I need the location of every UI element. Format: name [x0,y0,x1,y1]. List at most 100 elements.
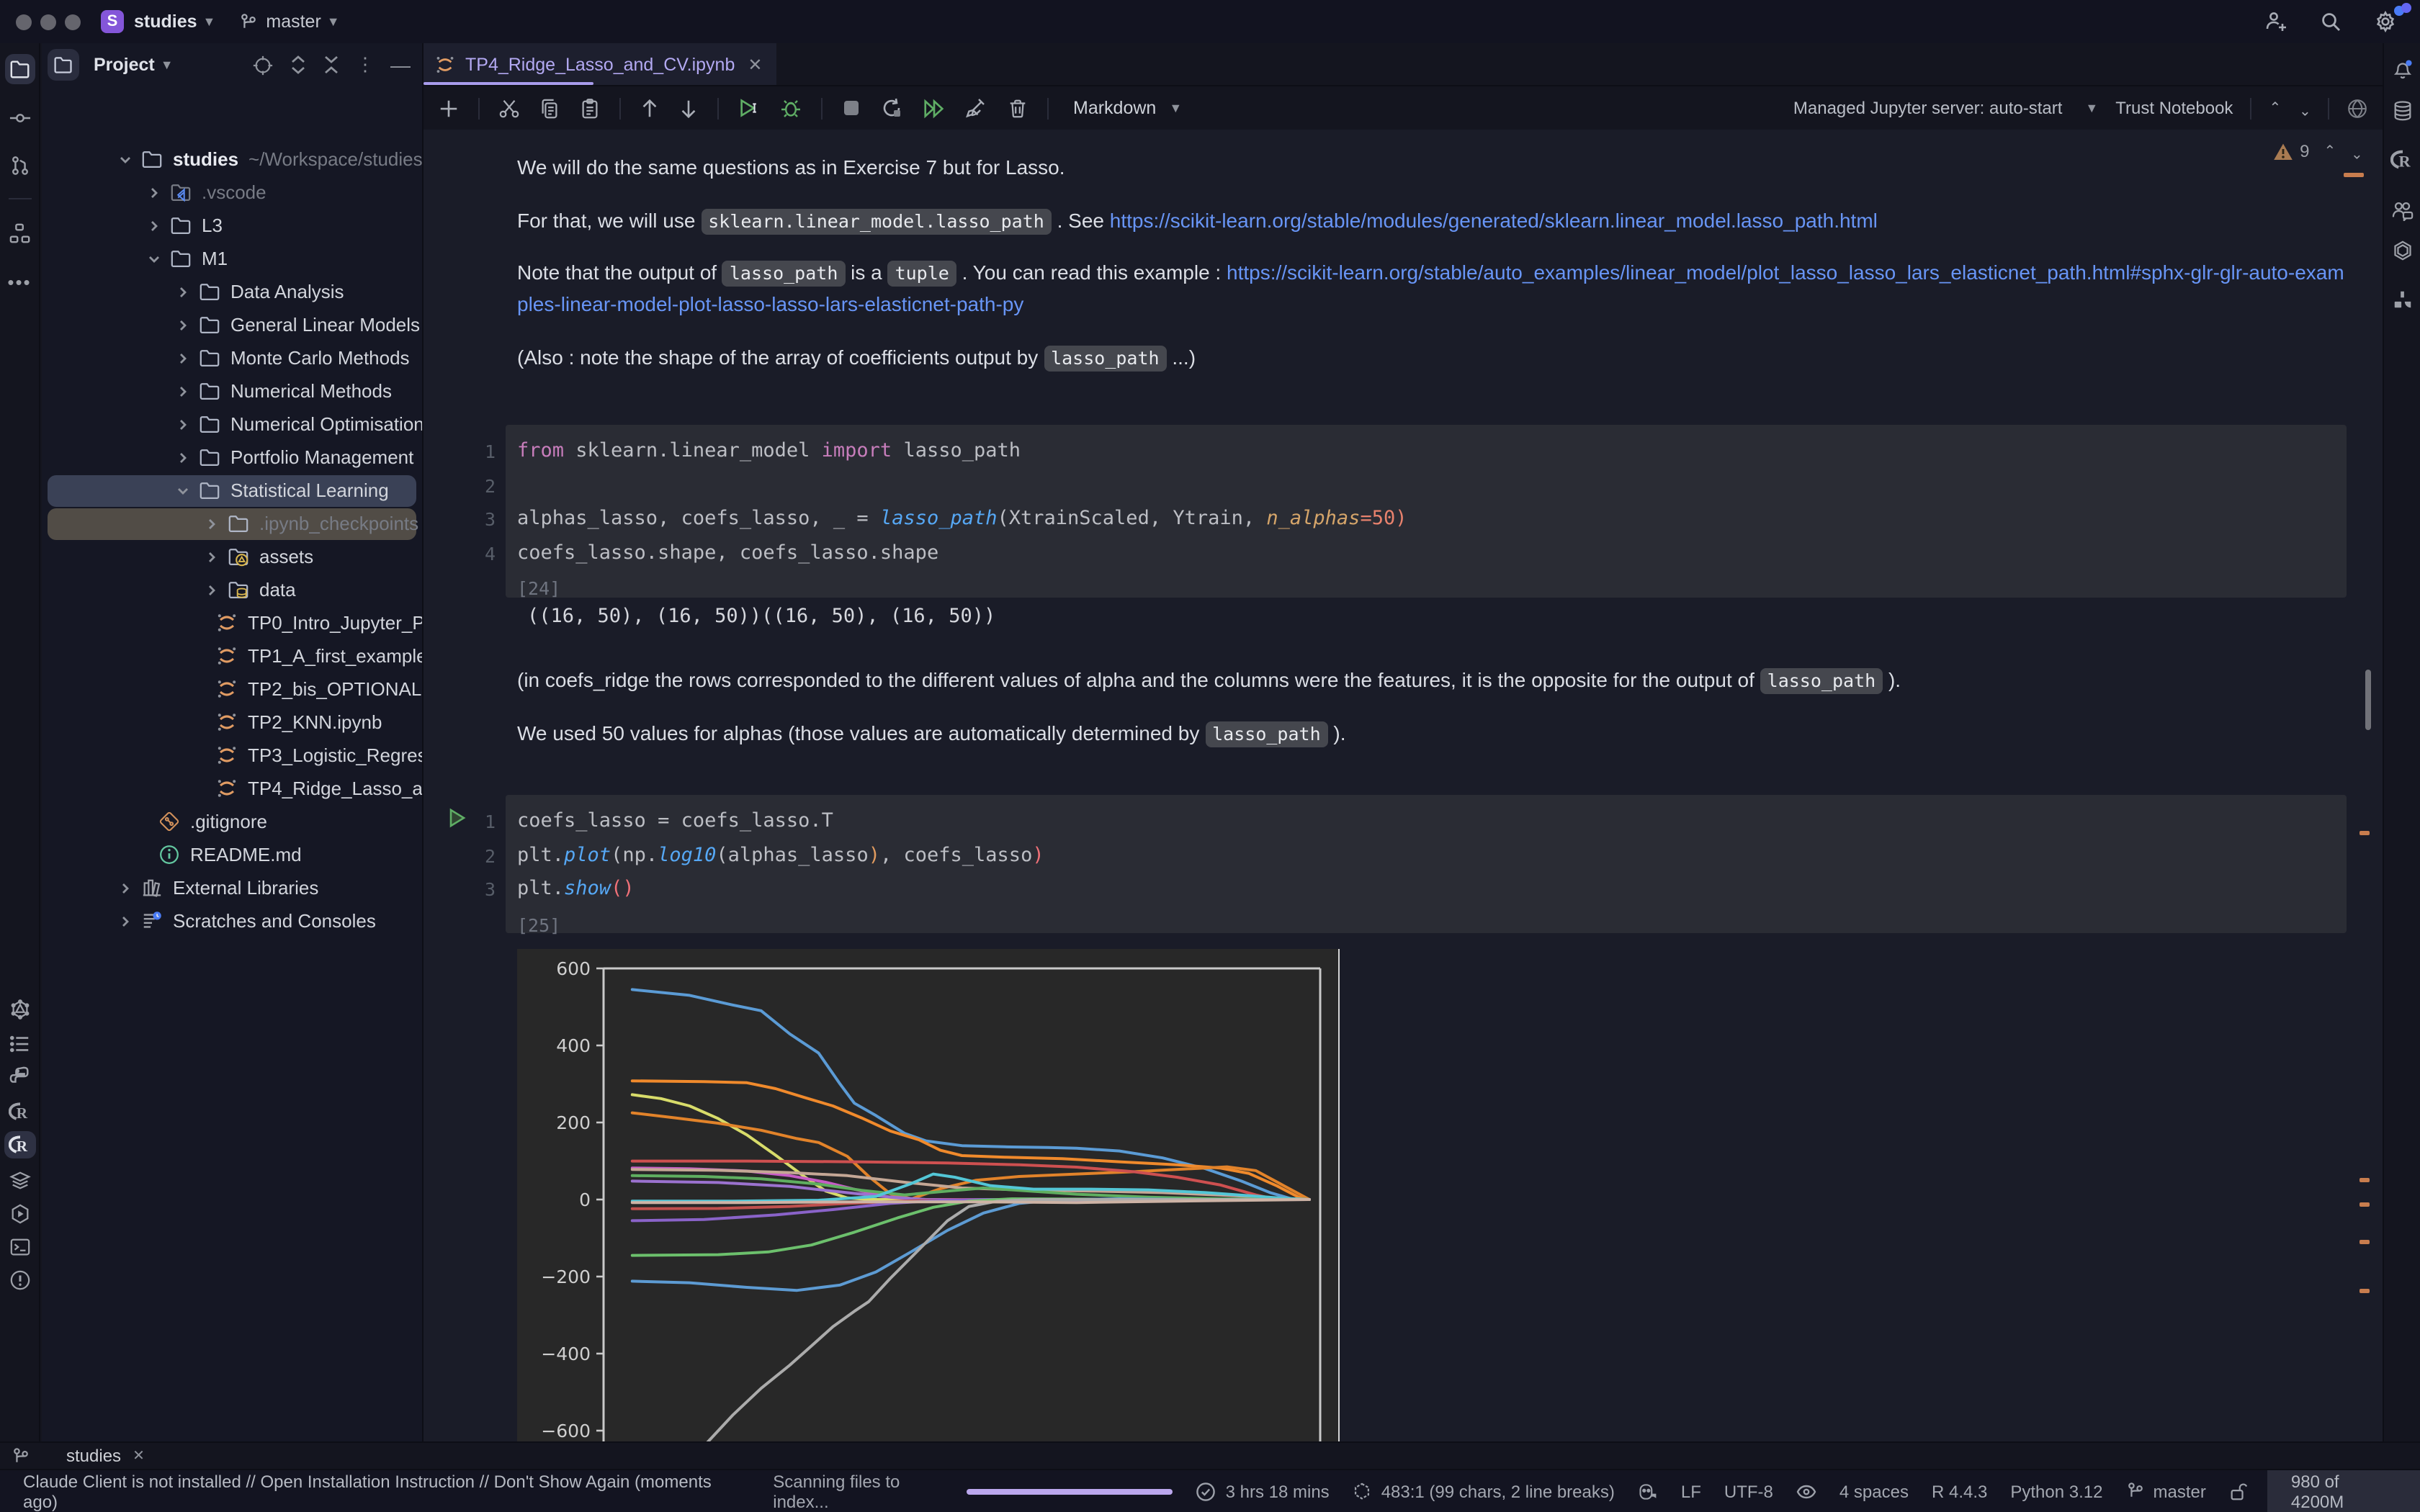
chevron-right-icon[interactable] [167,318,199,332]
chevron-right-icon[interactable] [196,549,228,564]
collapse-all-button[interactable] [323,55,340,75]
r-tools-tool-button[interactable]: R [4,1131,35,1158]
plugins-tool-button[interactable] [2391,289,2413,310]
close-icon[interactable]: ✕ [133,1448,145,1464]
encoding-selector[interactable]: UTF-8 [1724,1481,1773,1501]
tree-item-tp1-a-first-example-ipynb[interactable]: TP1_A_first_example.ipynb [42,639,422,672]
project-view-button[interactable] [48,49,79,81]
panel-title[interactable]: Project [94,55,155,75]
session-duration[interactable]: 3 hrs 18 mins [1226,1481,1330,1501]
tree-item-portfolio-management[interactable]: Portfolio Management [42,441,422,474]
tree-item-tp0-intro-jupyter-python-ipynb[interactable]: TP0_Intro_Jupyter_Python.ipynb [42,606,422,639]
hide-panel-button[interactable]: — [390,53,411,76]
todo-tool-button[interactable] [9,1033,30,1055]
structure-tool-button[interactable] [9,222,30,244]
chevron-right-icon[interactable] [167,384,199,398]
notifications-bell-icon[interactable] [2391,58,2413,80]
hexagon-status-icon[interactable] [1353,1481,1371,1501]
chevron-down-icon[interactable] [138,251,170,266]
tree-item-tp2-bis-optional-ipynb[interactable]: TP2_bis_OPTIONAL.ipynb [42,672,422,706]
indent-selector[interactable]: 4 spaces [1839,1481,1909,1501]
markdown-cell[interactable]: We used 50 values for alphas (those valu… [517,717,2349,749]
debug-cell-button[interactable] [779,96,802,120]
next-cell-button[interactable]: ⌃ [2298,100,2311,116]
r-interpreter[interactable]: R 4.4.3 [1932,1481,1987,1501]
tree-item-general-linear-models[interactable]: General Linear Models [42,308,422,341]
chevron-right-icon[interactable] [109,881,141,895]
git-branch-icon[interactable] [12,1446,30,1465]
project-tool-button[interactable] [4,54,35,84]
tree-item--gitignore[interactable]: .gitignore [42,805,422,838]
add-cell-button[interactable] [438,97,460,119]
git-branch-icon[interactable] [2126,1482,2145,1500]
tree-item-assets[interactable]: assets [42,540,422,573]
chevron-right-icon[interactable] [167,284,199,299]
r-graphics-tool-button[interactable]: R [2390,150,2414,170]
problems-tool-button[interactable] [9,1269,30,1291]
code-with-me-tool-button[interactable] [2390,199,2414,221]
python-interpreter[interactable]: Python 3.12 [2010,1481,2102,1501]
chevron-right-icon[interactable] [109,914,141,928]
settings-gear-icon[interactable] [2374,10,2397,33]
r-console-tool-button[interactable]: R [8,1102,31,1121]
terminal-tool-button[interactable] [9,1236,30,1258]
chevron-right-icon[interactable] [167,450,199,464]
window-close-button[interactable] [16,14,32,30]
commit-tool-button[interactable] [9,107,30,129]
markdown-cell[interactable]: For that, we will use sklearn.linear_mod… [517,204,2349,236]
branch-selector[interactable]: master [266,12,321,32]
tree-item-tp4-ridge-lasso-and-cv-ipynb[interactable]: TP4_Ridge_Lasso_and_CV.ipynb [42,772,422,805]
project-selector[interactable]: studies [134,12,197,32]
chevron-right-icon[interactable] [196,516,228,531]
services-tool-button[interactable] [9,1203,30,1225]
locate-file-button[interactable] [252,54,274,76]
caret-position[interactable]: 483:1 (99 chars, 2 line breaks) [1381,1481,1615,1501]
code-cell[interactable]: 1from sklearn.linear_model import lasso_… [424,425,2383,598]
highlight-level-icon[interactable] [1796,1484,1816,1498]
paste-cell-button[interactable] [579,97,601,119]
kubernetes-tool-button[interactable] [2390,240,2414,261]
python-packages-tool-button[interactable] [9,1066,30,1088]
tree-item--vscode[interactable]: .vscode [42,176,422,209]
chevron-down-icon[interactable] [167,483,199,498]
hyperlink[interactable]: https://scikit-learn.org/stable/modules/… [1110,209,1878,232]
window-zoom-button[interactable] [65,14,81,30]
chevron-right-icon[interactable] [138,218,170,233]
clear-outputs-button[interactable] [965,96,988,120]
stop-kernel-button[interactable] [841,98,861,118]
tree-item-numerical-optimisation[interactable]: Numerical Optimisation [42,408,422,441]
memory-indicator[interactable]: 980 of 4200M [2268,1470,2420,1512]
expand-all-button[interactable] [290,55,307,75]
panel-options-button[interactable]: ⋮ [356,53,375,76]
line-ending-selector[interactable]: LF [1681,1481,1701,1501]
tree-item-numerical-methods[interactable]: Numerical Methods [42,374,422,408]
browser-preview-icon[interactable] [2347,97,2368,119]
next-warning-icon[interactable]: ⌃ [2350,143,2362,159]
status-message[interactable]: Claude Client is not installed // Open I… [23,1471,732,1511]
database-tool-button[interactable] [2391,100,2413,122]
chevron-right-icon[interactable] [167,417,199,431]
tree-item-statistical-learning[interactable]: Statistical Learning [42,474,422,507]
tree-item-studies[interactable]: studies~/Workspace/studies [42,143,422,176]
task-check-icon[interactable] [1196,1481,1216,1501]
tree-item-m1[interactable]: M1 [42,242,422,275]
run-all-cells-button[interactable] [922,97,946,119]
markdown-cell[interactable]: (in coefs_ridge the rows corresponded to… [517,664,2349,696]
restart-kernel-button[interactable] [880,96,903,120]
unlocked-icon[interactable] [2229,1481,2248,1501]
tree-item-tp3-logistic-regression-and-ipynb[interactable]: TP3_Logistic_Regression_and.ipynb [42,739,422,772]
chevron-right-icon[interactable] [138,185,170,199]
tree-item-external-libraries[interactable]: External Libraries [42,871,422,904]
ai-assistant-tool-button[interactable] [9,999,30,1020]
chevron-right-icon[interactable] [196,582,228,597]
chevron-down-icon[interactable] [109,152,141,166]
search-icon[interactable] [2319,10,2342,33]
tool-window-tab-studies[interactable]: studies ✕ [66,1446,145,1466]
tab-notebook[interactable]: TP4_Ridge_Lasso_and_CV.ipynb ✕ [424,43,777,85]
trust-notebook-button[interactable]: Trust Notebook [2115,98,2233,118]
git-tool-button[interactable] [9,155,30,176]
tree-item-monte-carlo-methods[interactable]: Monte Carlo Methods [42,341,422,374]
cell-type-dropdown[interactable]: Markdown▼ [1073,98,1182,118]
markdown-cell[interactable]: (Also : note the shape of the array of c… [517,341,2349,373]
markdown-cell[interactable]: Note that the output of lasso_path is a … [517,256,2349,320]
